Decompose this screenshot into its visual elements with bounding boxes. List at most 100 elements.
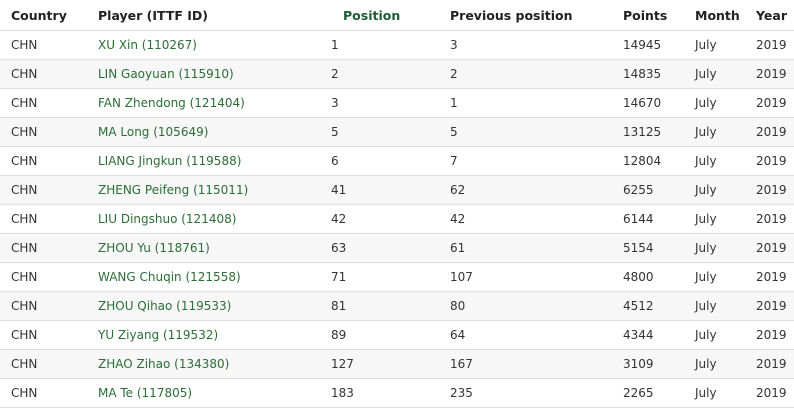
table-row: CHN MA Te (117805) 183 235 2265 July 2019: [0, 378, 794, 408]
player-link[interactable]: FAN Zhendong (121404): [98, 96, 245, 110]
cell-month: July: [684, 146, 756, 176]
cell-points: 3109: [612, 349, 684, 379]
cell-year: 2019: [756, 59, 794, 89]
column-header-previous-position[interactable]: Previous position: [439, 0, 612, 31]
player-link[interactable]: ZHAO Zihao (134380): [98, 357, 229, 371]
table-row: CHN MA Long (105649) 5 5 13125 July 2019: [0, 117, 794, 147]
cell-year: 2019: [756, 88, 794, 118]
cell-previous-position: 64: [439, 320, 612, 350]
cell-position: 71: [331, 262, 439, 292]
cell-player: WANG Chuqin (121558): [87, 262, 331, 292]
column-header-player[interactable]: Player (ITTF ID): [87, 0, 331, 31]
table-body: CHN XU Xin (110267) 1 3 14945 July 2019 CHN LIN …: [0, 30, 794, 408]
cell-previous-position: 3: [439, 30, 612, 60]
cell-month: July: [684, 59, 756, 89]
cell-position: 63: [331, 233, 439, 263]
cell-position: 5: [331, 117, 439, 147]
cell-country: CHN: [0, 262, 87, 292]
player-link[interactable]: ZHENG Peifeng (115011): [98, 183, 248, 197]
cell-player: ZHOU Yu (118761): [87, 233, 331, 263]
player-link[interactable]: LIU Dingshuo (121408): [98, 212, 236, 226]
cell-country: CHN: [0, 320, 87, 350]
cell-position: 89: [331, 320, 439, 350]
player-link[interactable]: ZHOU Qihao (119533): [98, 299, 231, 313]
cell-previous-position: 5: [439, 117, 612, 147]
cell-month: July: [684, 204, 756, 234]
table-header: Country Player (ITTF ID) Position Previo…: [0, 0, 794, 31]
cell-country: CHN: [0, 349, 87, 379]
cell-country: CHN: [0, 88, 87, 118]
cell-points: 4800: [612, 262, 684, 292]
cell-month: July: [684, 30, 756, 60]
cell-country: CHN: [0, 117, 87, 147]
cell-player: MA Long (105649): [87, 117, 331, 147]
cell-position: 42: [331, 204, 439, 234]
cell-player: LIU Dingshuo (121408): [87, 204, 331, 234]
column-header-position[interactable]: Position: [331, 0, 439, 31]
cell-country: CHN: [0, 204, 87, 234]
column-header-points[interactable]: Points: [612, 0, 684, 31]
cell-previous-position: 1: [439, 88, 612, 118]
table-row: CHN LIN Gaoyuan (115910) 2 2 14835 July 2019: [0, 59, 794, 89]
cell-player: ZHAO Zihao (134380): [87, 349, 331, 379]
cell-country: CHN: [0, 175, 87, 205]
player-link[interactable]: ZHOU Yu (118761): [98, 241, 210, 255]
player-link[interactable]: MA Long (105649): [98, 125, 208, 139]
table-row: CHN XU Xin (110267) 1 3 14945 July 2019: [0, 30, 794, 60]
cell-month: July: [684, 320, 756, 350]
cell-position: 2: [331, 59, 439, 89]
cell-previous-position: 7: [439, 146, 612, 176]
cell-player: ZHENG Peifeng (115011): [87, 175, 331, 205]
cell-player: LIN Gaoyuan (115910): [87, 59, 331, 89]
cell-position: 6: [331, 146, 439, 176]
cell-position: 183: [331, 378, 439, 408]
cell-country: CHN: [0, 233, 87, 263]
cell-country: CHN: [0, 59, 87, 89]
cell-month: July: [684, 175, 756, 205]
cell-points: 5154: [612, 233, 684, 263]
cell-year: 2019: [756, 320, 794, 350]
cell-year: 2019: [756, 378, 794, 408]
cell-points: 4512: [612, 291, 684, 321]
cell-year: 2019: [756, 262, 794, 292]
cell-position: 41: [331, 175, 439, 205]
header-row: Country Player (ITTF ID) Position Previo…: [0, 0, 794, 31]
cell-previous-position: 2: [439, 59, 612, 89]
table-row: CHN ZHAO Zihao (134380) 127 167 3109 July 2019: [0, 349, 794, 379]
player-link[interactable]: LIANG Jingkun (119588): [98, 154, 241, 168]
cell-month: July: [684, 378, 756, 408]
column-header-year[interactable]: Year: [756, 0, 794, 31]
cell-year: 2019: [756, 291, 794, 321]
cell-previous-position: 167: [439, 349, 612, 379]
cell-month: July: [684, 349, 756, 379]
cell-player: LIANG Jingkun (119588): [87, 146, 331, 176]
table-row: CHN ZHOU Qihao (119533) 81 80 4512 July 2019: [0, 291, 794, 321]
cell-position: 1: [331, 30, 439, 60]
cell-year: 2019: [756, 117, 794, 147]
cell-player: YU Ziyang (119532): [87, 320, 331, 350]
player-link[interactable]: XU Xin (110267): [98, 38, 197, 52]
player-link[interactable]: LIN Gaoyuan (115910): [98, 67, 234, 81]
cell-player: FAN Zhendong (121404): [87, 88, 331, 118]
cell-points: 13125: [612, 117, 684, 147]
player-link[interactable]: MA Te (117805): [98, 386, 192, 400]
cell-country: CHN: [0, 30, 87, 60]
table-row: CHN WANG Chuqin (121558) 71 107 4800 July 2019: [0, 262, 794, 292]
cell-month: July: [684, 262, 756, 292]
cell-country: CHN: [0, 146, 87, 176]
table-row: CHN ZHENG Peifeng (115011) 41 62 6255 July 201…: [0, 175, 794, 205]
cell-year: 2019: [756, 30, 794, 60]
cell-year: 2019: [756, 175, 794, 205]
cell-previous-position: 235: [439, 378, 612, 408]
cell-points: 12804: [612, 146, 684, 176]
table-row: CHN ZHOU Yu (118761) 63 61 5154 July 2019: [0, 233, 794, 263]
cell-points: 14945: [612, 30, 684, 60]
player-link[interactable]: YU Ziyang (119532): [98, 328, 218, 342]
rankings-table: Country Player (ITTF ID) Position Previo…: [0, 0, 794, 408]
cell-previous-position: 42: [439, 204, 612, 234]
table-row: CHN YU Ziyang (119532) 89 64 4344 July 2019: [0, 320, 794, 350]
column-header-country[interactable]: Country: [0, 0, 87, 31]
player-link[interactable]: WANG Chuqin (121558): [98, 270, 241, 284]
table-row: CHN LIANG Jingkun (119588) 6 7 12804 July 2019: [0, 146, 794, 176]
column-header-month[interactable]: Month: [684, 0, 756, 31]
